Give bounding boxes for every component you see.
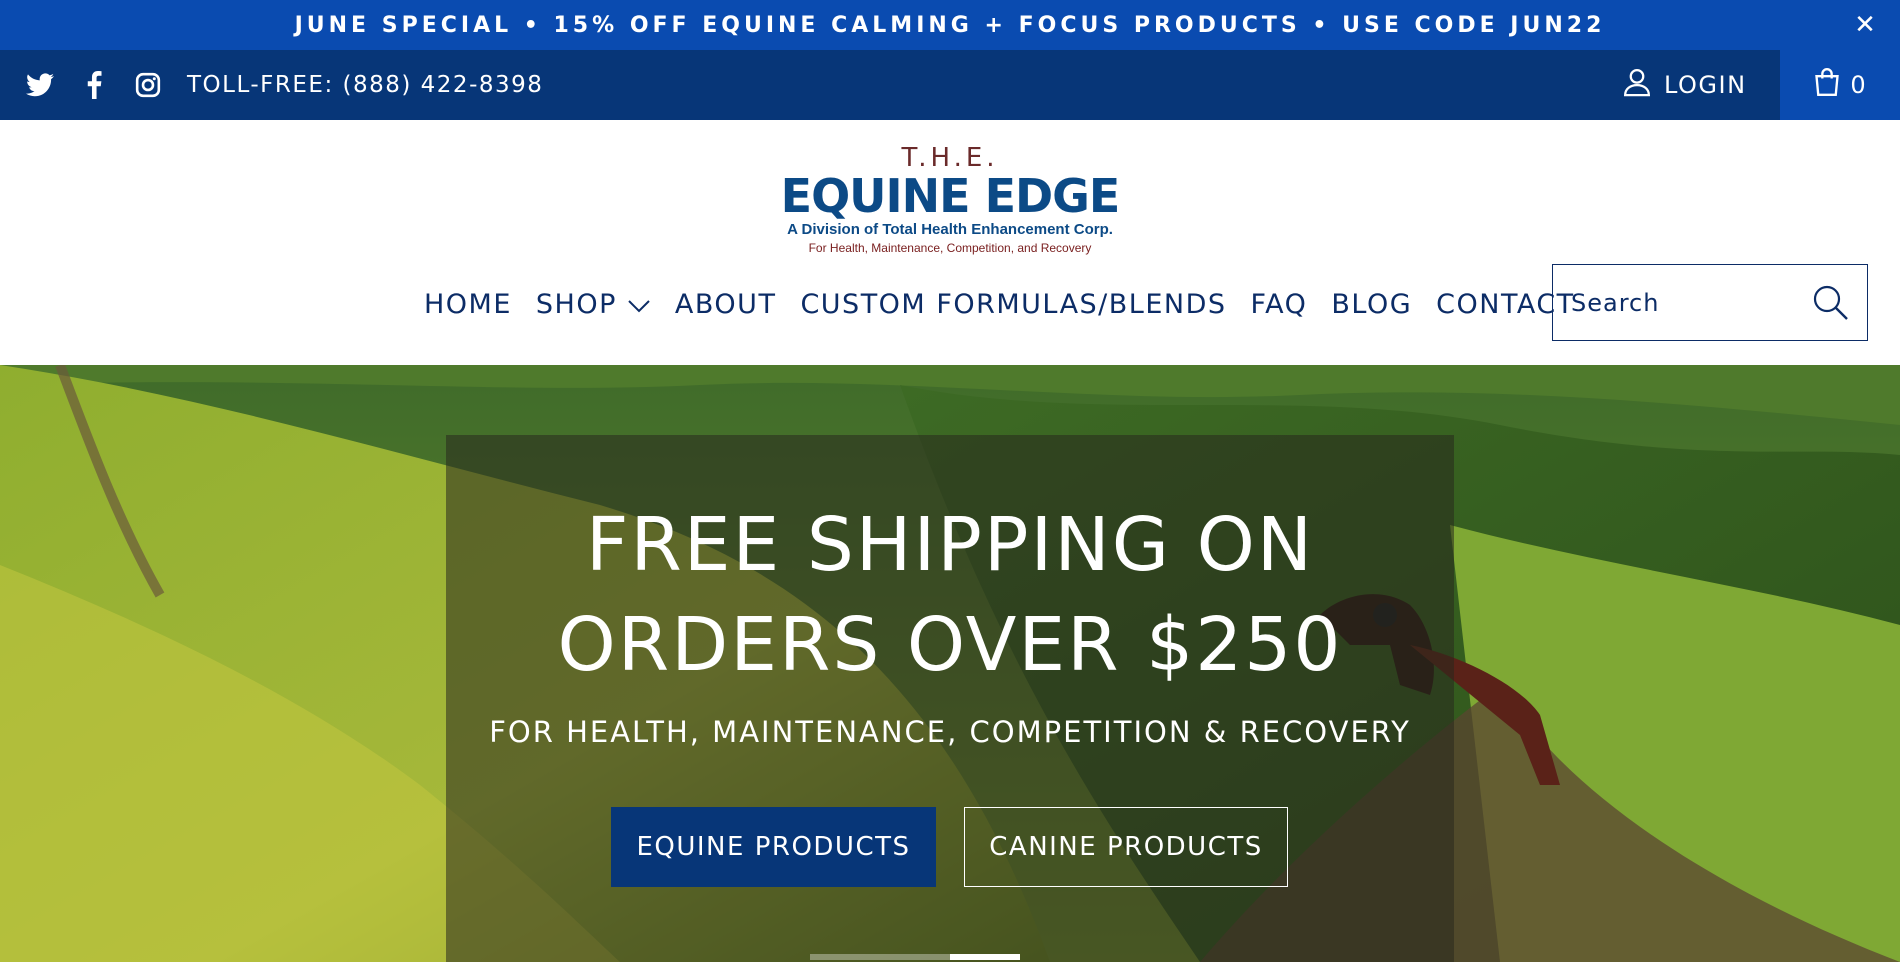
canine-products-button[interactable]: CANINE PRODUCTS <box>964 807 1288 887</box>
tollfree-phone[interactable]: TOLL-FREE: (888) 422-8398 <box>187 50 543 120</box>
nav-item-custom-formulas[interactable]: CUSTOM FORMULAS/BLENDS <box>800 289 1226 320</box>
login-label: LOGIN <box>1664 71 1747 99</box>
facebook-icon[interactable] <box>78 69 110 101</box>
slider-dot[interactable] <box>880 954 950 960</box>
search-input[interactable] <box>1571 288 1801 317</box>
logo-the: T.H.E. <box>901 143 999 173</box>
hero-banner: FREE SHIPPING ON ORDERS OVER $250 FOR HE… <box>0 365 1900 962</box>
nav-item-faq[interactable]: FAQ <box>1251 289 1308 320</box>
nav-item-about[interactable]: ABOUT <box>675 289 777 320</box>
search-icon[interactable] <box>1811 283 1851 323</box>
nav-item-shop[interactable]: SHOP <box>536 289 651 320</box>
site-header: T.H.E. EQUINE EDGE A Division of Total H… <box>0 120 1900 365</box>
hero-title-line1: FREE SHIPPING ON <box>585 502 1315 588</box>
hero-subtitle: FOR HEALTH, MAINTENANCE, COMPETITION & R… <box>489 715 1411 749</box>
shopping-bag-icon <box>1814 68 1840 102</box>
slider-pagination <box>810 954 1020 962</box>
hero-title-line2: ORDERS OVER $250 <box>557 602 1343 688</box>
nav-item-shop-label: SHOP <box>535 288 617 320</box>
login-link[interactable]: LOGIN <box>1622 50 1747 120</box>
twitter-icon[interactable] <box>24 69 56 101</box>
cart-count: 0 <box>1850 71 1866 99</box>
nav-item-blog[interactable]: BLOG <box>1331 289 1412 320</box>
slider-dot[interactable] <box>950 954 1020 960</box>
chevron-down-icon <box>627 289 651 320</box>
logo-division: A Division of Total Health Enhancement C… <box>787 221 1113 238</box>
social-links <box>24 50 164 120</box>
promo-banner: JUNE SPECIAL • 15% OFF EQUINE CALMING + … <box>0 0 1900 50</box>
instagram-icon[interactable] <box>132 69 164 101</box>
top-utility-bar: TOLL-FREE: (888) 422-8398 LOGIN 0 <box>0 50 1900 120</box>
main-nav: HOME SHOP ABOUT CUSTOM FORMULAS/BLENDS F… <box>424 284 1575 324</box>
slider-dot[interactable] <box>810 954 880 960</box>
logo-main: EQUINE EDGE <box>780 169 1121 223</box>
promo-text: JUNE SPECIAL • 15% OFF EQUINE CALMING + … <box>294 12 1606 38</box>
logo-tagline: For Health, Maintenance, Competition, an… <box>808 241 1092 255</box>
user-icon <box>1622 67 1652 103</box>
nav-item-home[interactable]: HOME <box>424 289 512 320</box>
equine-products-button[interactable]: EQUINE PRODUCTS <box>611 807 936 887</box>
close-icon[interactable]: ✕ <box>1850 10 1880 40</box>
cart-button[interactable]: 0 <box>1780 50 1900 120</box>
site-logo[interactable]: T.H.E. EQUINE EDGE A Division of Total H… <box>780 143 1121 255</box>
hero-title: FREE SHIPPING ON ORDERS OVER $250 <box>446 495 1454 695</box>
search-box <box>1552 264 1868 341</box>
